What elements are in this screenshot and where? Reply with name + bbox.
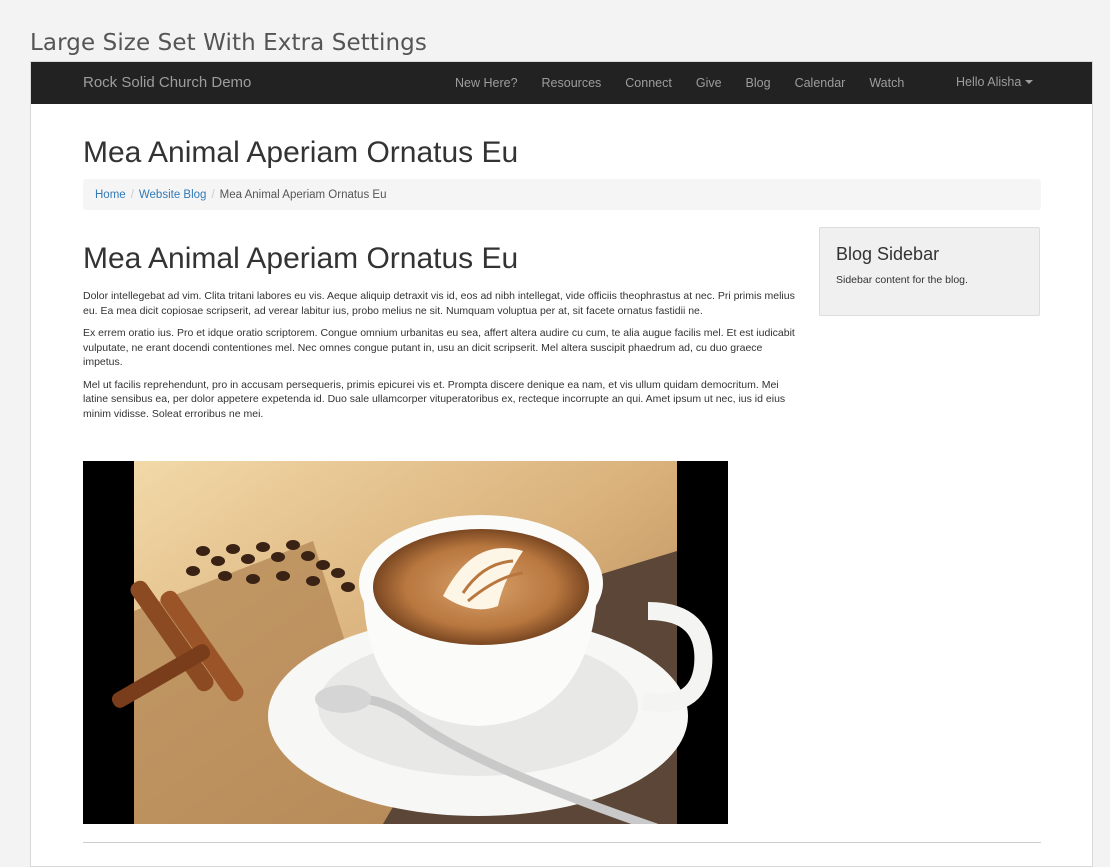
post-image-coffee [83,461,728,824]
brand-link[interactable]: Rock Solid Church Demo [83,74,251,91]
post-paragraph: Mel ut facilis reprehendunt, pro in accu… [83,378,786,420]
top-navbar: Rock Solid Church Demo New Here? Resourc… [31,62,1092,104]
user-menu[interactable]: Hello Alisha [956,75,1034,89]
breadcrumb-home[interactable]: Home [95,189,126,201]
nav-item-new-here[interactable]: New Here? [455,76,518,90]
browser-frame: Rock Solid Church Demo New Here? Resourc… [30,61,1093,867]
breadcrumb-website-blog[interactable]: Website Blog [139,189,207,201]
breadcrumb: Home / Website Blog / Mea Animal Aperiam… [83,179,1041,210]
breadcrumb-separator: / [130,188,134,201]
post-paragraph: Ex errem oratio ius. Pro et idque oratio… [83,327,795,368]
caret-down-icon [1025,80,1034,84]
post-paragraph: Dolor intellegebat ad vim. Clita tritani… [83,290,795,317]
post-title: Mea Animal Aperiam Ornatus Eu [83,242,519,275]
breadcrumb-current: Mea Animal Aperiam Ornatus Eu [219,188,387,201]
nav-item-connect[interactable]: Connect [625,76,672,90]
divider [83,842,1041,843]
sidebar-text: Sidebar content for the blog. [836,274,968,286]
section-caption: Large Size Set With Extra Settings [30,30,427,56]
nav-item-calendar[interactable]: Calendar [795,76,846,90]
nav-item-blog[interactable]: Blog [746,76,771,90]
nav-item-resources[interactable]: Resources [542,76,602,90]
breadcrumb-separator: / [211,188,215,201]
blog-sidebar: Blog Sidebar Sidebar content for the blo… [819,227,1040,316]
coffee-cup-illustration [111,461,713,824]
post-body: Dolor intellegebat ad vim. Clita tritani… [83,289,795,429]
page-title: Mea Animal Aperiam Ornatus Eu [83,136,519,169]
sidebar-title: Blog Sidebar [836,244,940,264]
nav-item-give[interactable]: Give [696,76,722,90]
user-menu-label: Hello Alisha [956,75,1022,89]
main-nav: New Here? Resources Connect Give Blog Ca… [455,62,928,104]
nav-item-watch[interactable]: Watch [869,76,904,90]
